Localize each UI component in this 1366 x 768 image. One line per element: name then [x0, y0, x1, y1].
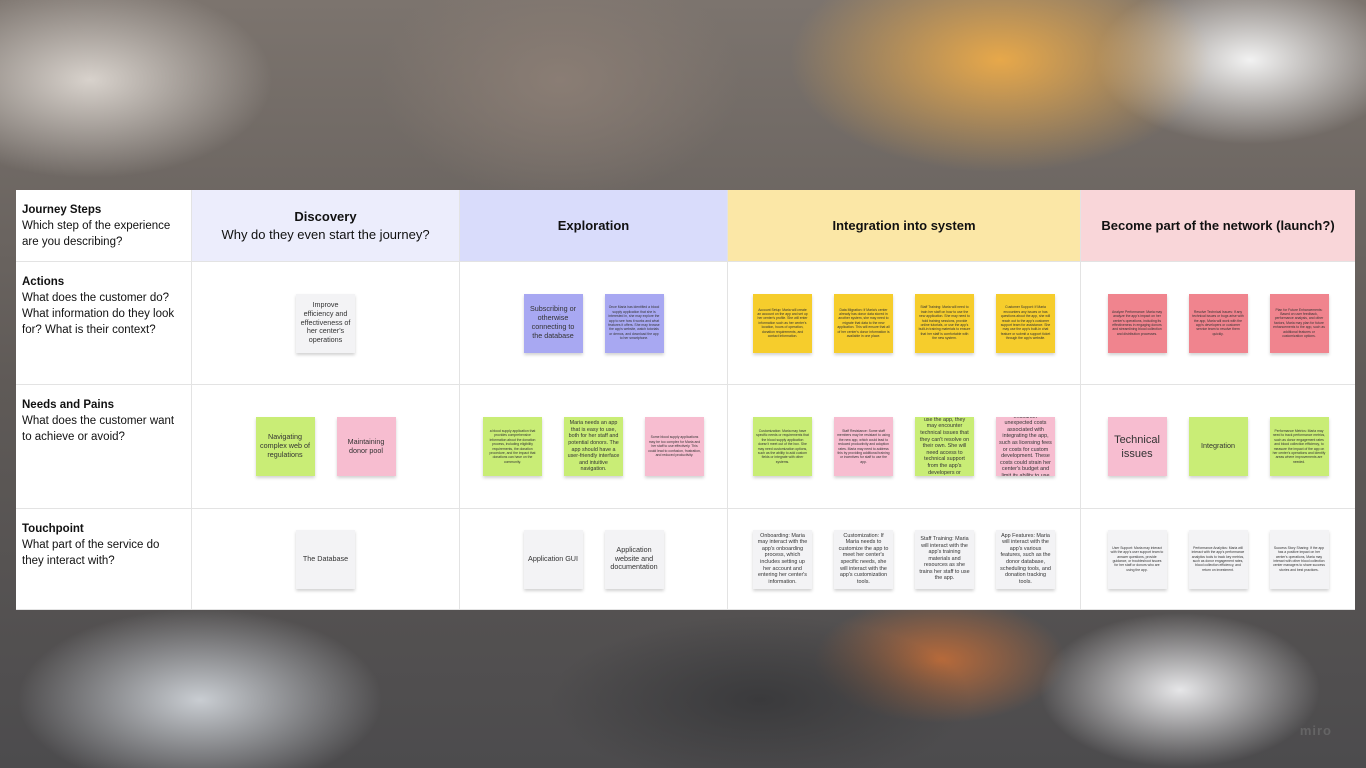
sticky-note[interactable]: Staff Training: Maria will interact with… [915, 529, 974, 589]
sticky-group: The Database [192, 509, 459, 609]
stage-header-3: Become part of the network (launch?) [1081, 190, 1355, 262]
sticky-note[interactable]: Improve efficiency and effectiveness of … [296, 293, 355, 353]
sticky-note[interactable]: Performance Metrics: Maria may need to t… [1269, 417, 1329, 476]
sticky-note[interactable]: Staff Training: Maria will need to train… [915, 293, 974, 353]
stage-header-2: Integration into system [728, 190, 1081, 262]
sticky-group: Analyze Performance: Maria may analyze t… [1081, 262, 1355, 384]
sticky-note[interactable]: User Support: Maria may interact with th… [1107, 529, 1167, 589]
row-label-1: Actions What does the customer do? What i… [16, 262, 192, 385]
row-description: What does the customer do? What informat… [22, 292, 175, 336]
sticky-group: Subscribing or otherwise connecting to t… [460, 262, 727, 384]
cell-touchpoints-2: Onboarding: Maria may interact with the … [728, 509, 1081, 610]
sticky-group: Account Setup: Maria will create an acco… [728, 262, 1080, 384]
sticky-note[interactable]: Navigating complex web of regulations [255, 417, 315, 476]
sticky-note[interactable]: Technical Support: As Maria and her staf… [915, 417, 974, 476]
cell-needs-3: Technical issues Integration Performance M… [1081, 385, 1355, 509]
cell-needs-0: Navigating complex web of regulations Mai… [192, 385, 460, 509]
journey-map-board: Journey Steps Which step of the experienc… [16, 190, 1355, 610]
sticky-note[interactable]: Maria needs an app that is easy to use, … [564, 417, 623, 476]
sticky-group: a blood supply application that provides… [460, 385, 727, 508]
sticky-note[interactable]: Integration [1188, 417, 1248, 476]
sticky-note[interactable]: Success Story Sharing: If the app has a … [1269, 529, 1329, 589]
sticky-group: User Support: Maria may interact with th… [1081, 509, 1355, 609]
sticky-note[interactable]: Application website and documentation [604, 529, 664, 589]
stage-title: Become part of the network (launch?) [1101, 218, 1335, 233]
sticky-group: Application GUI Application website and d… [460, 509, 727, 609]
sticky-note[interactable]: Some blood supply applications may be to… [645, 417, 704, 476]
row-label-3: Touchpoint What part of the service do th… [16, 509, 192, 610]
stage-subtitle: Why do they even start the journey? [221, 227, 430, 242]
row-description: What does the customer want to achieve o… [22, 415, 175, 443]
row-label-2: Needs and Pains What does the customer wa… [16, 385, 192, 509]
sticky-note[interactable]: The Database [296, 529, 355, 589]
row-title: Journey Steps [22, 204, 102, 216]
row-title: Actions [22, 276, 65, 288]
sticky-note[interactable]: Plan for Future Enhancements: Based on u… [1269, 293, 1329, 353]
sticky-note[interactable]: Staff Resistance: Some staff members may… [834, 417, 893, 476]
sticky-note[interactable]: Customization: If Maria needs to customi… [834, 529, 893, 589]
sticky-note[interactable]: Cost: Maria may encounter unexpected cos… [996, 417, 1055, 476]
row-description: What part of the service do they interac… [22, 539, 160, 567]
cell-needs-1: a blood supply application that provides… [460, 385, 728, 509]
sticky-note[interactable]: Customer Support: If Maria encounters an… [996, 293, 1055, 353]
sticky-note[interactable]: Onboarding: Maria may interact with the … [753, 529, 812, 589]
cell-touchpoints-0: The Database [192, 509, 460, 610]
sticky-group: Improve efficiency and effectiveness of … [192, 262, 459, 384]
sticky-group: Onboarding: Maria may interact with the … [728, 509, 1080, 609]
sticky-note[interactable]: Subscribing or otherwise connecting to t… [523, 293, 583, 353]
cell-actions-0: Improve efficiency and effectiveness of … [192, 262, 460, 385]
sticky-note[interactable]: Analyze Performance: Maria may analyze t… [1107, 293, 1167, 353]
sticky-group: Technical issues Integration Performance M… [1081, 385, 1355, 508]
sticky-note[interactable]: Maintaining donor pool [336, 417, 396, 476]
cell-actions-1: Subscribing or otherwise connecting to t… [460, 262, 728, 385]
cell-touchpoints-1: Application GUI Application website and d… [460, 509, 728, 610]
sticky-group: Customization: Maria may have specific n… [728, 385, 1080, 508]
sticky-note[interactable]: Performance Analytics: Maria will intera… [1188, 529, 1248, 589]
sticky-note[interactable]: Resolve Technical Issues: If any technic… [1188, 293, 1248, 353]
cell-actions-3: Analyze Performance: Maria may analyze t… [1081, 262, 1355, 385]
cell-needs-2: Customization: Maria may have specific n… [728, 385, 1081, 509]
sticky-note[interactable]: App Features: Maria will interact with t… [996, 529, 1055, 589]
sticky-note[interactable]: Customization: Maria may have specific n… [753, 417, 812, 476]
row-description: Which step of the experience are you des… [22, 220, 171, 248]
stage-title: Discovery [294, 209, 357, 224]
row-title: Needs and Pains [22, 399, 115, 411]
sticky-note[interactable]: Data Migration: If Maria's center alread… [834, 293, 893, 353]
sticky-note[interactable]: Once Maria has identified a blood supply… [604, 293, 664, 353]
sticky-note[interactable]: Account Setup: Maria will create an acco… [753, 293, 812, 353]
miro-watermark: miro [1299, 723, 1332, 738]
sticky-note[interactable]: a blood supply application that provides… [483, 417, 542, 476]
stage-header-1: Exploration [460, 190, 728, 262]
stage-title: Integration into system [832, 218, 976, 233]
stage-header-0: Discovery Why do they even start the jour… [192, 190, 460, 262]
sticky-group: Navigating complex web of regulations Mai… [192, 385, 459, 508]
sticky-note[interactable]: Application GUI [523, 529, 583, 589]
cell-actions-2: Account Setup: Maria will create an acco… [728, 262, 1081, 385]
stage-title: Exploration [557, 218, 630, 233]
cell-touchpoints-3: User Support: Maria may interact with th… [1081, 509, 1355, 610]
row-title: Touchpoint [22, 523, 84, 535]
sticky-note[interactable]: Technical issues [1107, 417, 1167, 476]
row-label-0: Journey Steps Which step of the experienc… [16, 190, 192, 262]
